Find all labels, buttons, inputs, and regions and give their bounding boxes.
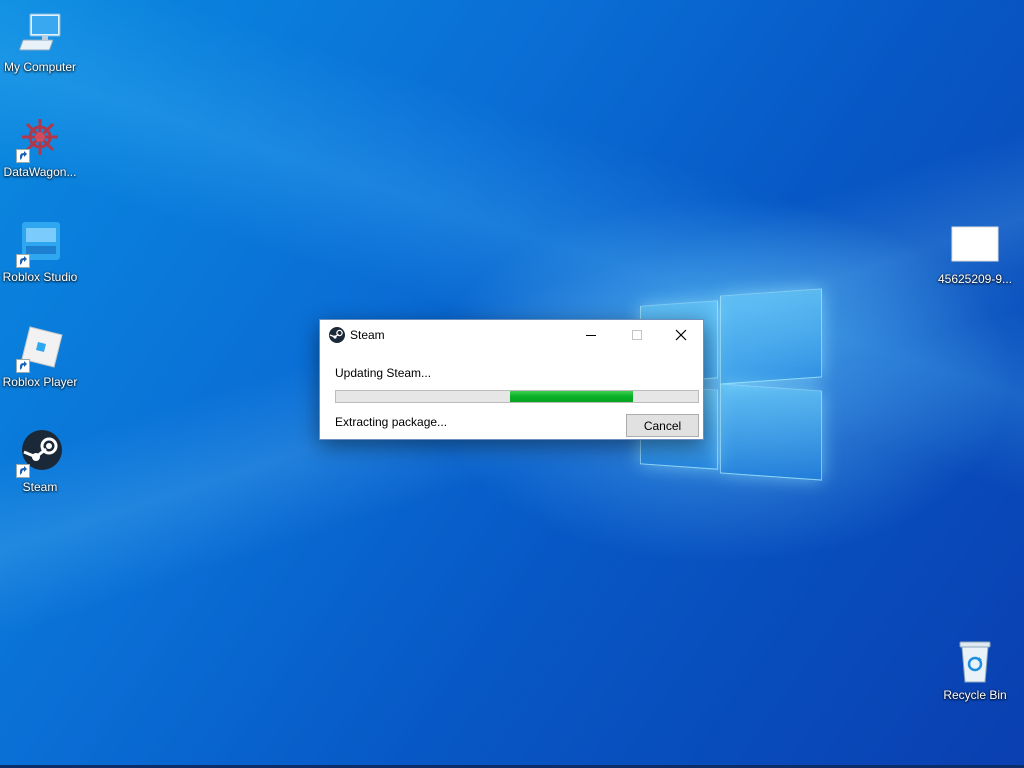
desktop[interactable]: My Computer DataWagon... Roblox Studio R… <box>0 0 1024 768</box>
status-text: Updating Steam... <box>335 366 432 380</box>
close-icon <box>675 329 687 341</box>
desktop-icon-recycle-bin[interactable]: Recycle Bin <box>935 638 1015 702</box>
detail-text: Extracting package... <box>335 415 448 429</box>
desktop-icon-label: DataWagon... <box>3 165 77 179</box>
shortcut-arrow-icon <box>16 359 30 373</box>
desktop-icon-roblox-studio[interactable]: Roblox Studio <box>0 220 80 284</box>
cancel-button[interactable]: Cancel <box>626 414 699 437</box>
image-file-icon <box>951 222 999 270</box>
shortcut-arrow-icon <box>16 254 30 268</box>
desktop-icon-label: Roblox Studio <box>2 270 78 284</box>
minimize-button[interactable] <box>568 320 614 350</box>
shortcut-arrow-icon <box>16 149 30 163</box>
progress-bar <box>335 390 699 403</box>
minimize-icon <box>586 335 596 336</box>
computer-icon <box>16 10 64 58</box>
steam-update-dialog[interactable]: Steam Updating Steam... Extracting packa… <box>319 319 704 440</box>
steam-icon <box>329 327 345 343</box>
desktop-icon-datawagon[interactable]: DataWagon... <box>0 115 80 179</box>
desktop-icon-label: Roblox Player <box>2 375 78 389</box>
desktop-icon-label: My Computer <box>3 60 77 74</box>
windows-logo-pane <box>720 383 822 481</box>
desktop-icon-roblox-player[interactable]: Roblox Player <box>0 325 80 389</box>
windows-logo-pane <box>720 288 822 385</box>
desktop-icon-image-file[interactable]: 45625209-9... <box>935 222 1015 286</box>
desktop-icon-my-computer[interactable]: My Computer <box>0 10 80 74</box>
desktop-icon-label: 45625209-9... <box>937 272 1013 286</box>
datawagon-icon <box>16 115 64 163</box>
dialog-titlebar[interactable]: Steam <box>320 320 703 350</box>
dialog-title: Steam <box>350 328 385 342</box>
desktop-icon-steam[interactable]: Steam <box>0 430 80 494</box>
roblox-player-icon <box>16 325 64 373</box>
shortcut-arrow-icon <box>16 464 30 478</box>
maximize-icon <box>632 330 642 340</box>
progress-bar-fill <box>510 391 633 402</box>
roblox-studio-icon <box>16 220 64 268</box>
desktop-icon-label: Steam <box>22 480 58 494</box>
recycle-bin-icon <box>951 638 999 686</box>
steam-icon <box>16 430 64 478</box>
maximize-button <box>614 320 660 350</box>
dialog-body: Updating Steam... Extracting package... … <box>320 350 703 439</box>
desktop-icon-label: Recycle Bin <box>943 688 1007 702</box>
close-button[interactable] <box>658 320 704 350</box>
